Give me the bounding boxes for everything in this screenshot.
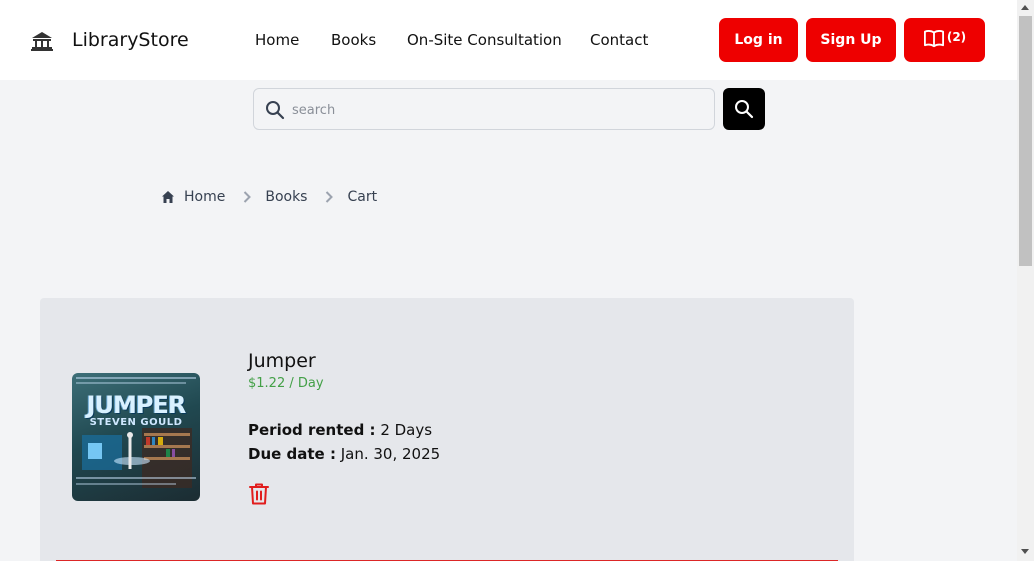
- breadcrumb-books[interactable]: Books: [265, 189, 307, 205]
- nav-contact[interactable]: Contact: [590, 31, 648, 49]
- breadcrumb-label: Cart: [347, 189, 378, 205]
- open-book-icon: [923, 28, 945, 52]
- chevron-right-icon: [243, 191, 252, 203]
- search-icon: [266, 101, 285, 120]
- due-date-value: Jan. 30, 2025: [340, 445, 441, 463]
- book-title[interactable]: Jumper: [248, 350, 316, 372]
- site-header: LibraryStore Home Books On-Site Consulta…: [0, 0, 1017, 80]
- trash-icon[interactable]: [248, 482, 270, 510]
- nav-books[interactable]: Books: [331, 31, 376, 49]
- library-building-icon[interactable]: [30, 29, 54, 53]
- login-button[interactable]: Log in: [719, 18, 798, 62]
- search-box: [253, 88, 715, 130]
- nav-home[interactable]: Home: [255, 31, 299, 49]
- breadcrumb-home[interactable]: Home: [161, 189, 225, 205]
- breadcrumb: Home Books Cart: [161, 189, 377, 205]
- period-rented-value: 2 Days: [380, 421, 433, 439]
- breadcrumb-label: Home: [184, 189, 226, 205]
- book-cover-image[interactable]: JUMPER STEVEN GOULD: [72, 373, 200, 501]
- nav-on-site-consultation[interactable]: On-Site Consultation: [407, 31, 562, 49]
- home-icon: [162, 191, 174, 203]
- scroll-thumb[interactable]: [1019, 16, 1032, 266]
- breadcrumb-label: Books: [265, 189, 308, 205]
- rental-price: $1.22 / Day: [248, 376, 324, 391]
- cart-count: (2): [946, 30, 967, 44]
- scroll-up-arrow[interactable]: [1021, 5, 1029, 10]
- period-rented: Period rented : 2 Days: [248, 421, 432, 439]
- cart-item-card: JUMPER STEVEN GOULD Jumper $1.22 / Day P…: [40, 298, 854, 561]
- cover-title-text: JUMPER: [86, 391, 187, 419]
- signup-button[interactable]: Sign Up: [806, 18, 896, 62]
- due-date: Due date : Jan. 30, 2025: [248, 445, 440, 463]
- chevron-right-icon: [325, 191, 334, 203]
- search-input[interactable]: [292, 99, 692, 121]
- cart-button[interactable]: (2): [904, 18, 985, 62]
- scroll-down-arrow[interactable]: [1021, 549, 1029, 554]
- due-date-label: Due date :: [248, 445, 336, 463]
- search-icon: [735, 100, 754, 119]
- brand-name[interactable]: LibraryStore: [72, 29, 189, 51]
- period-rented-label: Period rented :: [248, 421, 376, 439]
- breadcrumb-cart[interactable]: Cart: [347, 189, 377, 205]
- search-button[interactable]: [723, 88, 765, 130]
- cover-author-text: STEVEN GOULD: [89, 417, 183, 428]
- page-scrollbar[interactable]: [1017, 0, 1034, 561]
